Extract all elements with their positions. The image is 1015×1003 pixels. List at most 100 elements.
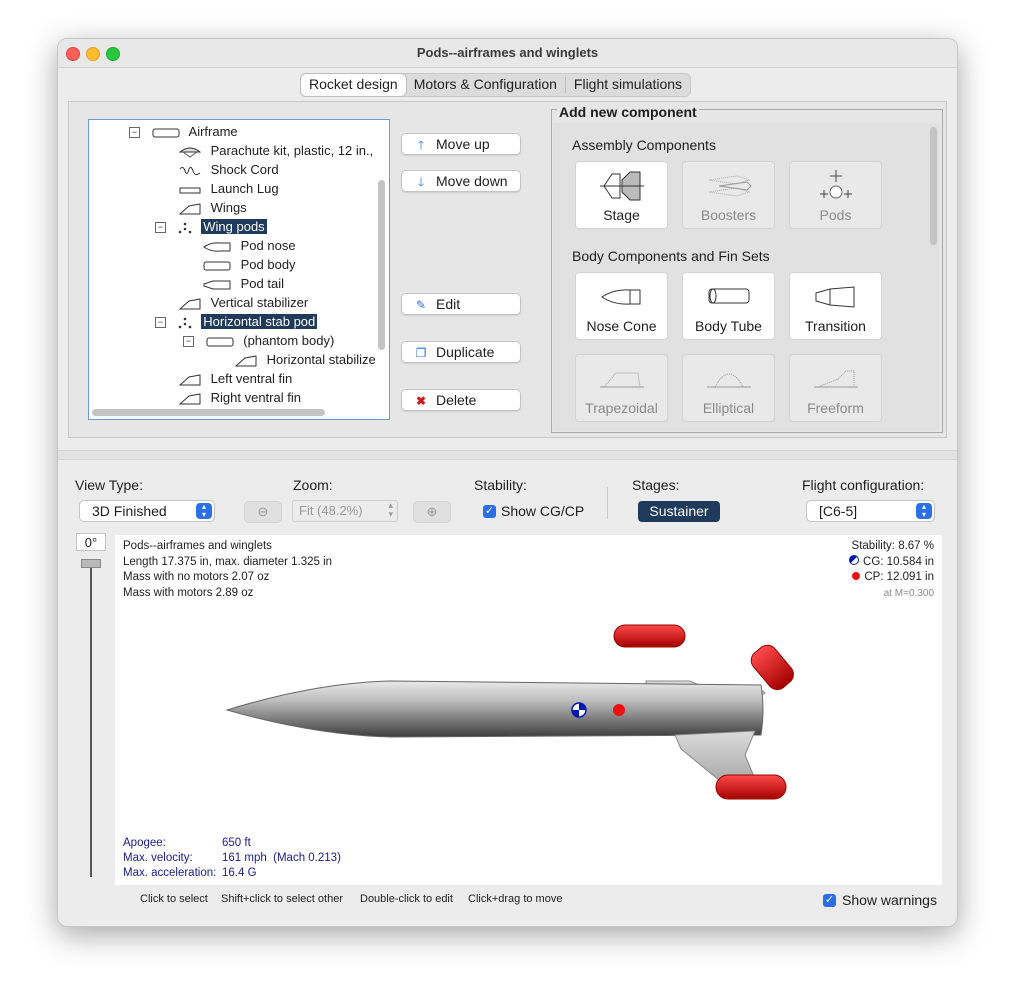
- edit-button[interactable]: ✎ Edit: [401, 293, 521, 315]
- move-up-button[interactable]: 🡑 Move up: [401, 133, 521, 155]
- tree-item-parachute[interactable]: Parachute kit, plastic, 12 in.,: [179, 141, 373, 160]
- move-down-label: Move down: [436, 173, 508, 189]
- edit-icon: ✎: [415, 298, 427, 312]
- rotation-value[interactable]: 0°: [76, 533, 106, 551]
- cp-marker-icon: [852, 572, 861, 580]
- zoom-out-button[interactable]: ⊖: [244, 501, 282, 523]
- nose-cone-icon: [601, 289, 641, 305]
- tree-vertical-scrollbar[interactable]: [378, 180, 385, 350]
- tree-item-airframe[interactable]: − Airframe: [129, 122, 238, 141]
- sustainer-stage-button[interactable]: Sustainer: [638, 501, 720, 522]
- zoom-in-button[interactable]: ⊕: [413, 501, 451, 523]
- show-warnings-checkbox[interactable]: ✓: [823, 894, 836, 907]
- rotation-slider[interactable]: 0°: [76, 533, 106, 878]
- trapezoidal-fin-button[interactable]: Trapezoidal: [575, 354, 668, 422]
- flight-configuration-dropdown[interactable]: [C6-5] ▴ ▾: [806, 500, 935, 522]
- tree-item-right-ventral-fin[interactable]: Right ventral fin: [179, 388, 301, 407]
- stages-label: Stages:: [632, 477, 680, 493]
- slider-track: [90, 561, 92, 877]
- zoom-field[interactable]: Fit (48.2%) ▴ ▾: [292, 500, 398, 522]
- collapse-icon[interactable]: −: [183, 336, 194, 348]
- tab-flight-simulations[interactable]: Flight simulations: [566, 74, 690, 96]
- nose-cone-button[interactable]: Nose Cone: [575, 272, 668, 340]
- spinner-icon: ▴ ▾: [388, 500, 393, 519]
- tree-item-pod-body[interactable]: Pod body: [203, 255, 296, 274]
- pods-icon: [178, 317, 191, 328]
- freeform-label: Freeform: [807, 400, 864, 416]
- mach-value: at M=0.300: [883, 587, 934, 599]
- rocket-length: Length 17.375 in, max. diameter 1.325 in: [123, 555, 333, 568]
- body-tube-label: Body Tube: [695, 318, 762, 334]
- tree-item-horizontal-stabilizer[interactable]: Horizontal stabilize: [235, 350, 376, 369]
- tree-item-label: Wings: [210, 200, 247, 215]
- rocket-3d-view[interactable]: Pods--airframes and winglets Length 17.3…: [115, 535, 942, 885]
- cg-value: CG: 10.584 in: [863, 555, 934, 568]
- transition-label: Transition: [805, 318, 866, 334]
- assembly-components-heading: Assembly Components: [572, 137, 716, 153]
- fin-icon: [179, 202, 201, 215]
- body-tube-icon: [708, 288, 750, 304]
- delete-label: Delete: [436, 392, 477, 408]
- tree-item-horizontal-stab-pod[interactable]: − Horizontal stab pod: [155, 312, 318, 331]
- pods-button[interactable]: Pods: [789, 161, 882, 229]
- tree-item-vertical-stabilizer[interactable]: Vertical stabilizer: [179, 293, 308, 312]
- window-title: Pods--airframes and winglets: [416, 45, 599, 60]
- delete-icon: ✖: [415, 394, 427, 408]
- arrow-down-icon: 🡓: [417, 175, 425, 189]
- separator: [607, 487, 608, 519]
- boosters-label: Boosters: [700, 207, 757, 223]
- tree-item-label: Launch Lug: [210, 181, 279, 196]
- trapezoidal-fin-icon: [600, 372, 644, 388]
- slider-thumb[interactable]: [81, 559, 101, 568]
- add-component-scrollbar[interactable]: [930, 127, 937, 245]
- zoom-label: Zoom:: [293, 477, 333, 493]
- tree-item-label: Horizontal stabilize: [266, 352, 376, 367]
- pods-label: Pods: [819, 207, 852, 223]
- tree-item-shock-cord[interactable]: Shock Cord: [179, 160, 279, 179]
- stage-icon: [600, 171, 644, 201]
- body-components-heading: Body Components and Fin Sets: [572, 248, 770, 264]
- view-type-label: View Type:: [75, 477, 143, 493]
- split-pane-divider[interactable]: [58, 450, 957, 460]
- tab-motors-configuration[interactable]: Motors & Configuration: [406, 74, 565, 96]
- show-warnings-label: Show warnings: [842, 892, 937, 908]
- show-cgcp-checkbox[interactable]: ✓: [483, 505, 496, 518]
- transition-button[interactable]: Transition: [789, 272, 882, 340]
- move-up-label: Move up: [436, 136, 490, 152]
- stage-button[interactable]: Stage: [575, 161, 668, 229]
- rocket-info: Pods--airframes and winglets Length 17.3…: [123, 539, 332, 601]
- tree-item-pod-tail[interactable]: Pod tail: [203, 274, 284, 293]
- tree-item-left-ventral-fin[interactable]: Left ventral fin: [179, 369, 292, 388]
- flight-configuration-value: [C6-5]: [819, 503, 858, 519]
- move-down-button[interactable]: 🡓 Move down: [401, 170, 521, 192]
- stability-info: Stability: 8.67 % CG: 10.584 in CP: 12.0…: [849, 539, 934, 601]
- collapse-icon[interactable]: −: [129, 127, 140, 139]
- tree-horizontal-scrollbar[interactable]: [92, 409, 325, 416]
- collapse-icon[interactable]: −: [155, 222, 166, 234]
- boosters-button[interactable]: Boosters: [682, 161, 775, 229]
- hint-shift-click: Shift+click to select other: [221, 893, 343, 905]
- stage-label: Stage: [603, 207, 640, 223]
- mass-no-motors: Mass with no motors 2.07 oz: [123, 571, 270, 583]
- tree-item-label: Vertical stabilizer: [210, 295, 309, 310]
- duplicate-button[interactable]: ❐ Duplicate: [401, 341, 521, 363]
- apogee-value: 650 ft: [222, 837, 251, 849]
- body-tube-button[interactable]: Body Tube: [682, 272, 775, 340]
- transition-icon: [815, 286, 855, 308]
- tree-item-phantom-body[interactable]: − (phantom body): [183, 331, 334, 350]
- collapse-icon[interactable]: −: [155, 317, 166, 329]
- tree-item-wing-pods[interactable]: − Wing pods: [155, 217, 267, 236]
- chevron-updown-icon: ▴ ▾: [916, 503, 932, 519]
- tree-item-wings[interactable]: Wings: [179, 198, 247, 217]
- elliptical-fin-button[interactable]: Elliptical: [682, 354, 775, 422]
- tree-item-pod-nose[interactable]: Pod nose: [203, 236, 296, 255]
- freeform-fin-button[interactable]: Freeform: [789, 354, 882, 422]
- view-type-dropdown[interactable]: 3D Finished ▴ ▾: [79, 500, 215, 522]
- chevron-updown-icon: ▴ ▾: [196, 503, 212, 519]
- delete-button[interactable]: ✖ Delete: [401, 389, 521, 411]
- shock-cord-icon: [179, 166, 201, 175]
- tab-rocket-design[interactable]: Rocket design: [301, 74, 406, 96]
- tree-item-launch-lug[interactable]: Launch Lug: [179, 179, 279, 198]
- fin-icon: [179, 392, 201, 405]
- component-tree[interactable]: − Airframe Parachute kit, plastic, 12 in…: [88, 119, 390, 420]
